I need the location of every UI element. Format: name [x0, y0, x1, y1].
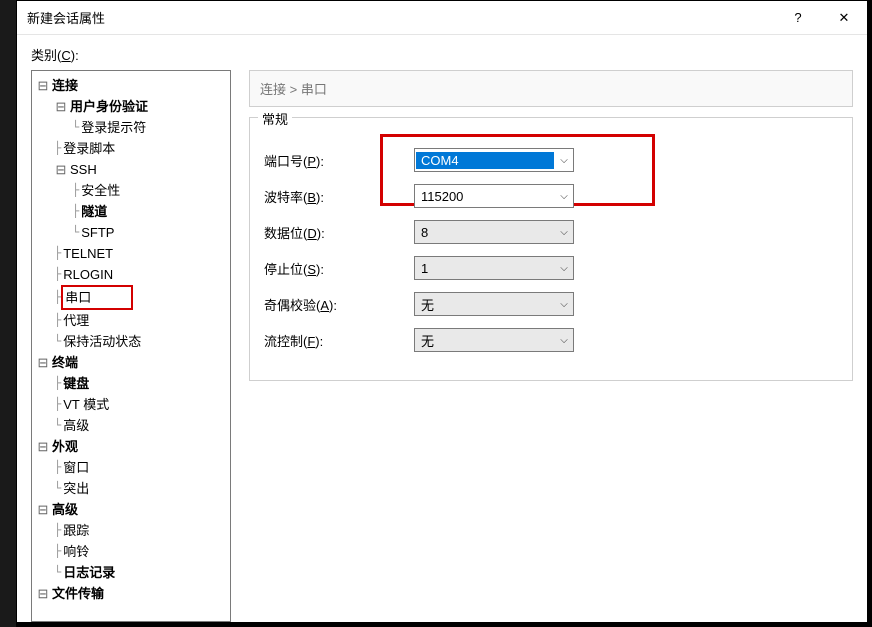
- tree-item-connection[interactable]: ⊟连接: [32, 75, 230, 96]
- chevron-down-icon[interactable]: ⌵: [555, 299, 573, 310]
- breadcrumb: 连接 > 串口: [249, 70, 853, 107]
- tree-item-proxy[interactable]: ├代理: [32, 310, 230, 331]
- tree-item-trace[interactable]: ├跟踪: [32, 520, 230, 541]
- port-combo[interactable]: COM4 ⌵: [414, 148, 574, 172]
- row-port: 端口号(P): COM4 ⌵: [264, 142, 838, 178]
- tree-item-logging[interactable]: └日志记录: [32, 562, 230, 583]
- baud-combo[interactable]: 115200 ⌵: [414, 184, 574, 208]
- tree-item-filetransfer[interactable]: ⊟文件传输: [32, 583, 230, 604]
- tree-item-auth[interactable]: ⊟用户身份验证: [32, 96, 230, 117]
- collapse-icon[interactable]: ⊟: [36, 499, 50, 520]
- tree-item-vtmode[interactable]: ├VT 模式: [32, 394, 230, 415]
- tree-item-sftp[interactable]: └SFTP: [32, 222, 230, 243]
- row-databits: 数据位(D): 8 ⌵: [264, 214, 838, 250]
- label-port: 端口号(P):: [264, 151, 414, 170]
- tree-item-tunnel[interactable]: ├隧道: [32, 201, 230, 222]
- chevron-down-icon[interactable]: ⌵: [555, 191, 573, 202]
- tree-item-window[interactable]: ├窗口: [32, 457, 230, 478]
- collapse-icon[interactable]: ⊟: [36, 352, 50, 373]
- group-legend: 常规: [258, 109, 292, 128]
- tree-item-advanced1[interactable]: └高级: [32, 415, 230, 436]
- tree-item-login-prompt[interactable]: └登录提示符: [32, 117, 230, 138]
- tree-item-login-script[interactable]: ├登录脚本: [32, 138, 230, 159]
- tree-item-serial[interactable]: ├串口: [32, 285, 230, 310]
- collapse-icon[interactable]: ⊟: [36, 75, 50, 96]
- parity-combo[interactable]: 无 ⌵: [414, 292, 574, 316]
- databits-combo[interactable]: 8 ⌵: [414, 220, 574, 244]
- label-baud: 波特率(B):: [264, 187, 414, 206]
- tree-item-security[interactable]: ├安全性: [32, 180, 230, 201]
- chevron-down-icon[interactable]: ⌵: [555, 227, 573, 238]
- collapse-icon[interactable]: ⊟: [36, 436, 50, 457]
- tree-item-keepalive[interactable]: └保持活动状态: [32, 331, 230, 352]
- tree-item-advanced[interactable]: ⊟高级: [32, 499, 230, 520]
- dialog-title: 新建会话属性: [27, 8, 775, 27]
- panes: ⊟连接 ⊟用户身份验证 └登录提示符 ├登录脚本 ⊟SSH ├安全性 ├隧道 └…: [31, 70, 853, 622]
- label-flow: 流控制(F):: [264, 331, 414, 350]
- tree-item-keyboard[interactable]: ├键盘: [32, 373, 230, 394]
- flow-combo[interactable]: 无 ⌵: [414, 328, 574, 352]
- category-tree[interactable]: ⊟连接 ⊟用户身份验证 └登录提示符 ├登录脚本 ⊟SSH ├安全性 ├隧道 └…: [31, 70, 231, 622]
- dialog-content: 类别(C): ⊟连接 ⊟用户身份验证 └登录提示符 ├登录脚本 ⊟SSH ├安全…: [17, 35, 867, 622]
- collapse-icon[interactable]: ⊟: [36, 583, 50, 604]
- tree-item-telnet[interactable]: ├TELNET: [32, 243, 230, 264]
- close-button[interactable]: ✕: [821, 1, 867, 35]
- label-parity: 奇偶校验(A):: [264, 295, 414, 314]
- row-stopbits: 停止位(S): 1 ⌵: [264, 250, 838, 286]
- chevron-down-icon[interactable]: ⌵: [555, 335, 573, 346]
- titlebar: 新建会话属性 ? ✕: [17, 1, 867, 35]
- tree-item-highlight[interactable]: └突出: [32, 478, 230, 499]
- tree-item-bell[interactable]: ├响铃: [32, 541, 230, 562]
- tree-item-terminal[interactable]: ⊟终端: [32, 352, 230, 373]
- chevron-down-icon[interactable]: ⌵: [555, 263, 573, 274]
- row-parity: 奇偶校验(A): 无 ⌵: [264, 286, 838, 322]
- settings-pane: 连接 > 串口 常规 端口号(P): COM4 ⌵ 波特率(B):: [249, 70, 853, 622]
- category-label: 类别(C):: [31, 45, 853, 64]
- row-baud: 波特率(B): 115200 ⌵: [264, 178, 838, 214]
- label-databits: 数据位(D):: [264, 223, 414, 242]
- tree-item-appearance[interactable]: ⊟外观: [32, 436, 230, 457]
- tree-item-ssh[interactable]: ⊟SSH: [32, 159, 230, 180]
- tree-item-rlogin[interactable]: ├RLOGIN: [32, 264, 230, 285]
- general-group: 常规 端口号(P): COM4 ⌵ 波特率(B): 115200 ⌵: [249, 117, 853, 381]
- chevron-down-icon[interactable]: ⌵: [555, 155, 573, 166]
- help-button[interactable]: ?: [775, 1, 821, 35]
- collapse-icon[interactable]: ⊟: [54, 159, 68, 180]
- label-stopbits: 停止位(S):: [264, 259, 414, 278]
- new-session-dialog: 新建会话属性 ? ✕ 类别(C): ⊟连接 ⊟用户身份验证 └登录提示符 ├登录…: [16, 0, 868, 623]
- editor-gutter: [0, 0, 16, 627]
- row-flow: 流控制(F): 无 ⌵: [264, 322, 838, 358]
- stopbits-combo[interactable]: 1 ⌵: [414, 256, 574, 280]
- collapse-icon[interactable]: ⊟: [54, 96, 68, 117]
